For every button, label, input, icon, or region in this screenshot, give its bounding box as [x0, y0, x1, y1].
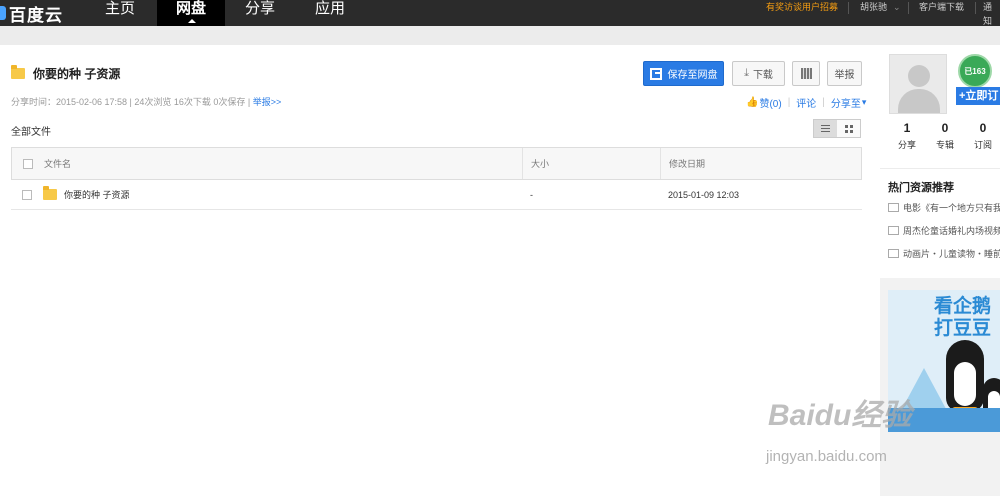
- username: 胡张驰: [860, 2, 888, 12]
- hot-resource-item[interactable]: 电影《有一个地方只有我们知道》: [888, 201, 1000, 214]
- table-row[interactable]: 你要的种 子资源 - 2015-01-09 12:03: [11, 180, 862, 210]
- ad-text: 看企鹅 打豆豆: [934, 296, 991, 340]
- row-checkbox[interactable]: [22, 189, 32, 200]
- download-button[interactable]: ⤓ 下载: [732, 61, 785, 86]
- avatar-head-icon: [908, 65, 930, 87]
- ad-line-2: 打豆豆: [934, 318, 992, 339]
- user-recruit-link[interactable]: 有奖访谈用户招募: [766, 0, 838, 20]
- nav-netdisk-label: 网盘: [175, 0, 206, 17]
- social-actions: 👍 赞(0) | 评论 | 分享至 ▾: [746, 95, 866, 110]
- divider: [908, 2, 909, 14]
- folder-icon: [43, 186, 57, 200]
- hot-resources-title: 热门资源推荐: [888, 182, 954, 194]
- watermark-url: jingyan.baidu.com: [766, 448, 887, 465]
- nav-share[interactable]: 分享: [232, 0, 288, 26]
- header-filename[interactable]: 文件名: [44, 157, 522, 170]
- row-date: 2015-01-09 12:03: [668, 189, 740, 200]
- row-size: -: [530, 189, 533, 200]
- save-icon: [649, 67, 662, 80]
- avatar-body-icon: [898, 89, 940, 113]
- chevron-down-icon: ▾: [861, 97, 867, 107]
- file-icon: [888, 203, 899, 212]
- download-icon: ⤓: [744, 67, 749, 79]
- list-view-icon: [821, 125, 830, 132]
- share-main-panel: 你要的种 子资源 保存至网盘 ⤓ 下载 举报 分享时间：2015-02-06 1…: [0, 45, 880, 496]
- logo-text: 百度云: [9, 5, 63, 25]
- select-all-checkbox[interactable]: [23, 158, 33, 169]
- file-list-table: 文件名 大小 修改日期 你要的种 子资源 - 2015-01-09 12:03: [11, 147, 862, 210]
- chevron-down-icon: ⌄: [893, 2, 901, 12]
- active-caret-icon: [188, 19, 196, 23]
- like-link[interactable]: 赞(0): [759, 95, 781, 110]
- penguin-icon: [946, 340, 984, 413]
- header-gap: [0, 26, 1000, 45]
- stat-albums[interactable]: 0 专辑: [928, 121, 962, 151]
- page-title: 你要的种 子资源: [33, 66, 121, 81]
- notice-link[interactable]: 通知: [983, 0, 1000, 26]
- file-title-row: 你要的种 子资源: [11, 64, 121, 81]
- save-to-netdisk-button[interactable]: 保存至网盘: [643, 61, 724, 86]
- ad-line-1: 看企鹅: [934, 296, 992, 317]
- thumbs-up-icon: 👍: [746, 97, 759, 108]
- report-button[interactable]: 举报: [827, 61, 862, 86]
- client-download-link[interactable]: 客户端下载: [919, 0, 964, 20]
- stat-shares-label: 分享: [897, 140, 916, 150]
- nav-apps[interactable]: 应用: [302, 0, 358, 26]
- stat-shares-count: 1: [903, 121, 911, 135]
- avatar[interactable]: [889, 54, 947, 114]
- nav-netdisk[interactable]: 网盘: [157, 0, 225, 26]
- comment-link[interactable]: 评论: [796, 95, 816, 110]
- divider: [975, 2, 976, 14]
- divider: |: [787, 97, 791, 108]
- share-meta-text: 分享时间：2015-02-06 17:58 | 24次浏览 16次下载 0次保存…: [11, 97, 253, 107]
- file-icon: [888, 226, 899, 235]
- file-icon: [888, 249, 899, 258]
- user-menu[interactable]: 胡张驰 ⌄: [860, 0, 901, 20]
- top-nav-bar: 百度云 主页 网盘 分享 应用 有奖访谈用户招募 胡张驰 ⌄ 客户端下载 通知: [0, 0, 1000, 26]
- sharer-card: 已163 +立即订 1 分享 0 专辑 0 订阅: [880, 45, 1000, 168]
- nav-home[interactable]: 主页: [92, 0, 148, 26]
- hot-resource-item[interactable]: 动画片・儿童读物・睡前故事: [888, 247, 1000, 260]
- qrcode-icon: [800, 68, 812, 79]
- hot-resource-item[interactable]: 周杰伦童话婚礼内场视频: [888, 224, 1000, 237]
- all-files-breadcrumb[interactable]: 全部文件: [11, 123, 51, 138]
- grid-view-button[interactable]: [837, 120, 860, 137]
- row-filename[interactable]: 你要的种 子资源: [64, 188, 130, 201]
- hot-resources: 热门资源推荐 电影《有一个地方只有我们知道》 周杰伦童话婚礼内场视频 动画片・儿…: [880, 168, 1000, 278]
- save-button-label: 保存至网盘: [667, 70, 718, 81]
- stat-albums-label: 专辑: [935, 140, 954, 150]
- share-meta: 分享时间：2015-02-06 17:58 | 24次浏览 16次下载 0次保存…: [11, 95, 281, 108]
- stat-shares[interactable]: 1 分享: [890, 121, 924, 151]
- list-view-button[interactable]: [814, 120, 837, 137]
- header-size[interactable]: 大小: [522, 148, 660, 179]
- hot-resource-label: 动画片・儿童读物・睡前故事: [903, 249, 1000, 259]
- penguin-belly: [954, 362, 976, 406]
- subscribe-button[interactable]: +立即订: [956, 87, 1000, 105]
- file-list-header: 文件名 大小 修改日期: [11, 147, 862, 180]
- grid-view-icon: [844, 124, 853, 133]
- view-toggle: [813, 119, 861, 138]
- report-link[interactable]: 举报>>: [253, 97, 282, 107]
- stat-subscriptions[interactable]: 0 订阅: [966, 121, 1000, 151]
- cloud-logo-icon: [0, 6, 6, 20]
- baidu-cloud-logo[interactable]: 百度云: [0, 0, 63, 26]
- stat-albums-count: 0: [941, 121, 949, 135]
- divider: |: [822, 97, 825, 108]
- stat-subscriptions-count: 0: [979, 121, 987, 135]
- header-date[interactable]: 修改日期: [660, 148, 861, 179]
- divider: [848, 2, 849, 14]
- share-to-link[interactable]: 分享至: [831, 95, 861, 110]
- hot-resource-label: 电影《有一个地方只有我们知道》: [903, 203, 1000, 213]
- stat-subscriptions-label: 订阅: [973, 140, 992, 150]
- baidu-jingyan-watermark: Baidu经验: [768, 399, 912, 432]
- level-badge: 已163: [958, 54, 992, 88]
- folder-icon: [11, 64, 25, 79]
- hot-resource-label: 周杰伦童话婚礼内场视频: [903, 226, 1000, 236]
- qrcode-button[interactable]: [792, 61, 820, 86]
- download-button-label: 下载: [752, 70, 773, 81]
